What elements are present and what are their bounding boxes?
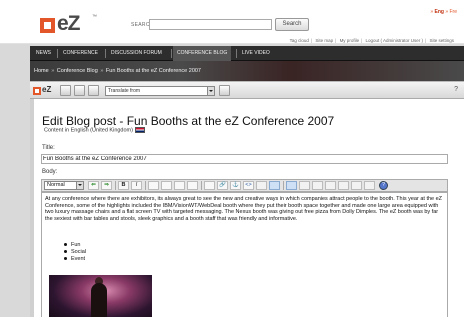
nav-item-news[interactable]: NEWS	[32, 46, 55, 61]
breadcrumb: Home » Conference Blog » Fun Booths at t…	[34, 68, 201, 74]
delete-column-button[interactable]	[351, 181, 362, 190]
outdent-button[interactable]	[174, 181, 185, 190]
body-editor[interactable]: At any conference where there are exhibi…	[41, 192, 448, 317]
anchor-button[interactable]: ⚓	[230, 181, 241, 190]
indent-button[interactable]	[187, 181, 198, 190]
page-title: Edit Blog post - Fun Booths at the eZ Co…	[42, 114, 335, 128]
title-field[interactable]	[41, 154, 448, 164]
edit-content-area: Edit Blog post - Fun Booths at the eZ Co…	[30, 99, 464, 317]
code-button[interactable]: <>	[243, 181, 254, 190]
insert-row-button[interactable]	[312, 181, 323, 190]
body-label: Body:	[42, 169, 58, 175]
body-list: Fun Social Event	[64, 242, 86, 263]
delete-table-button[interactable]	[299, 181, 310, 190]
list-item: Social	[64, 249, 86, 256]
chevron-down-icon	[76, 182, 83, 189]
bullet-list-button[interactable]	[148, 181, 159, 190]
logo-square-icon	[40, 18, 55, 33]
toolbar-divider	[201, 181, 202, 190]
translate-from-value: Translate from	[108, 88, 141, 94]
nav-item-conference[interactable]: CONFERENCE	[59, 46, 102, 61]
list-item: Fun	[64, 242, 86, 249]
remove-icon[interactable]	[88, 85, 99, 96]
logout-link[interactable]: Logout ( Administrator User )	[366, 38, 424, 43]
logo-trademark: ™	[92, 14, 97, 20]
ez-website-toolbar: eZ Translate from ?	[30, 81, 464, 99]
nav-item-discussion-forum[interactable]: DISCUSSION FORUM	[107, 46, 166, 61]
lang-fre-link[interactable]: Fre	[450, 9, 458, 15]
lang-arrow: »	[445, 9, 449, 15]
toolbar-logo-text: eZ	[42, 85, 52, 94]
toolbar-ez-logo: eZ	[33, 85, 53, 96]
nav-divider	[236, 49, 237, 58]
embedded-photo[interactable]	[49, 275, 152, 317]
italic-button[interactable]: I	[131, 181, 142, 190]
tag-cloud-link[interactable]: Tag cloud	[290, 38, 309, 43]
breadcrumb-blog[interactable]: Conference Blog	[57, 68, 98, 74]
breadcrumb-current: Fun Booths at the eZ Conference 2007	[105, 68, 201, 74]
format-select-value: Normal	[47, 182, 65, 188]
list-item: Event	[64, 256, 86, 263]
site-map-link[interactable]: Site map	[315, 38, 333, 43]
chevron-down-icon	[207, 87, 214, 95]
breadcrumb-separator: »	[100, 68, 104, 74]
lang-arrow: »	[430, 9, 434, 15]
toolbar-divider	[283, 181, 284, 190]
search-button[interactable]: Search	[275, 18, 309, 31]
rich-text-toolbar: Normal ⇐ ⇒ B I 🔗 ⚓ <> ?	[41, 179, 448, 192]
breadcrumb-home[interactable]: Home	[34, 68, 49, 74]
move-icon[interactable]	[74, 85, 85, 96]
edit-icon[interactable]	[60, 85, 71, 96]
bold-button[interactable]: B	[118, 181, 129, 190]
undo-button[interactable]: ⇐	[88, 181, 99, 190]
merge-cells-button[interactable]	[364, 181, 375, 190]
user-links: Tag cloud | Site map | My profile | Logout …	[289, 38, 454, 43]
numbered-list-button[interactable]	[161, 181, 172, 190]
pagebreak-button[interactable]	[269, 181, 280, 190]
logo-text: eZ	[57, 12, 80, 35]
body-paragraph: At any conference where there are exhibi…	[45, 196, 443, 222]
insert-column-button[interactable]	[325, 181, 336, 190]
editor-help-button[interactable]: ?	[379, 181, 388, 190]
translate-from-select[interactable]: Translate from	[105, 86, 215, 96]
toolbar-divider	[115, 181, 116, 190]
nav-divider	[57, 49, 58, 58]
language-switcher: » Eng » Fre	[430, 9, 457, 15]
special-char-button[interactable]	[256, 181, 267, 190]
uk-flag-icon	[134, 127, 145, 133]
content-language-text: Content in English (United Kingdom)	[44, 127, 133, 134]
photo-person-figure	[91, 283, 107, 317]
ez-logo[interactable]: eZ ™	[40, 12, 100, 36]
redo-button[interactable]: ⇒	[101, 181, 112, 190]
lang-eng-link[interactable]: Eng	[434, 9, 443, 15]
nav-item-live-video[interactable]: LIVE VIDEO	[238, 46, 274, 61]
translate-go-icon[interactable]	[219, 85, 230, 96]
logo-square-icon	[33, 87, 41, 95]
insert-table-button[interactable]	[286, 181, 297, 190]
nav-divider	[171, 49, 172, 58]
title-label: Title:	[42, 145, 55, 151]
breadcrumb-separator: »	[51, 68, 55, 74]
delete-row-button[interactable]	[338, 181, 349, 190]
help-icon[interactable]: ?	[454, 86, 458, 93]
breadcrumb-bar: Home » Conference Blog » Fun Booths at t…	[30, 61, 464, 81]
format-select[interactable]: Normal	[44, 181, 84, 190]
content-language: Content in English (United Kingdom)	[44, 127, 145, 133]
search-input[interactable]	[149, 19, 272, 30]
site-settings-link[interactable]: Site settings	[429, 38, 454, 43]
my-profile-link[interactable]: My profile	[340, 38, 360, 43]
main-nav: NEWS CONFERENCE DISCUSSION FORUM CONFERE…	[30, 46, 464, 61]
link-button[interactable]: 🔗	[217, 181, 228, 190]
site-header: eZ ™ SEARCH Search » Eng » Fre Tag cloud…	[0, 0, 464, 44]
nav-item-conference-blog[interactable]: CONFERENCE BLOG	[173, 46, 232, 61]
toolbar-divider	[145, 181, 146, 190]
insert-object-button[interactable]	[204, 181, 215, 190]
nav-divider	[105, 49, 106, 58]
